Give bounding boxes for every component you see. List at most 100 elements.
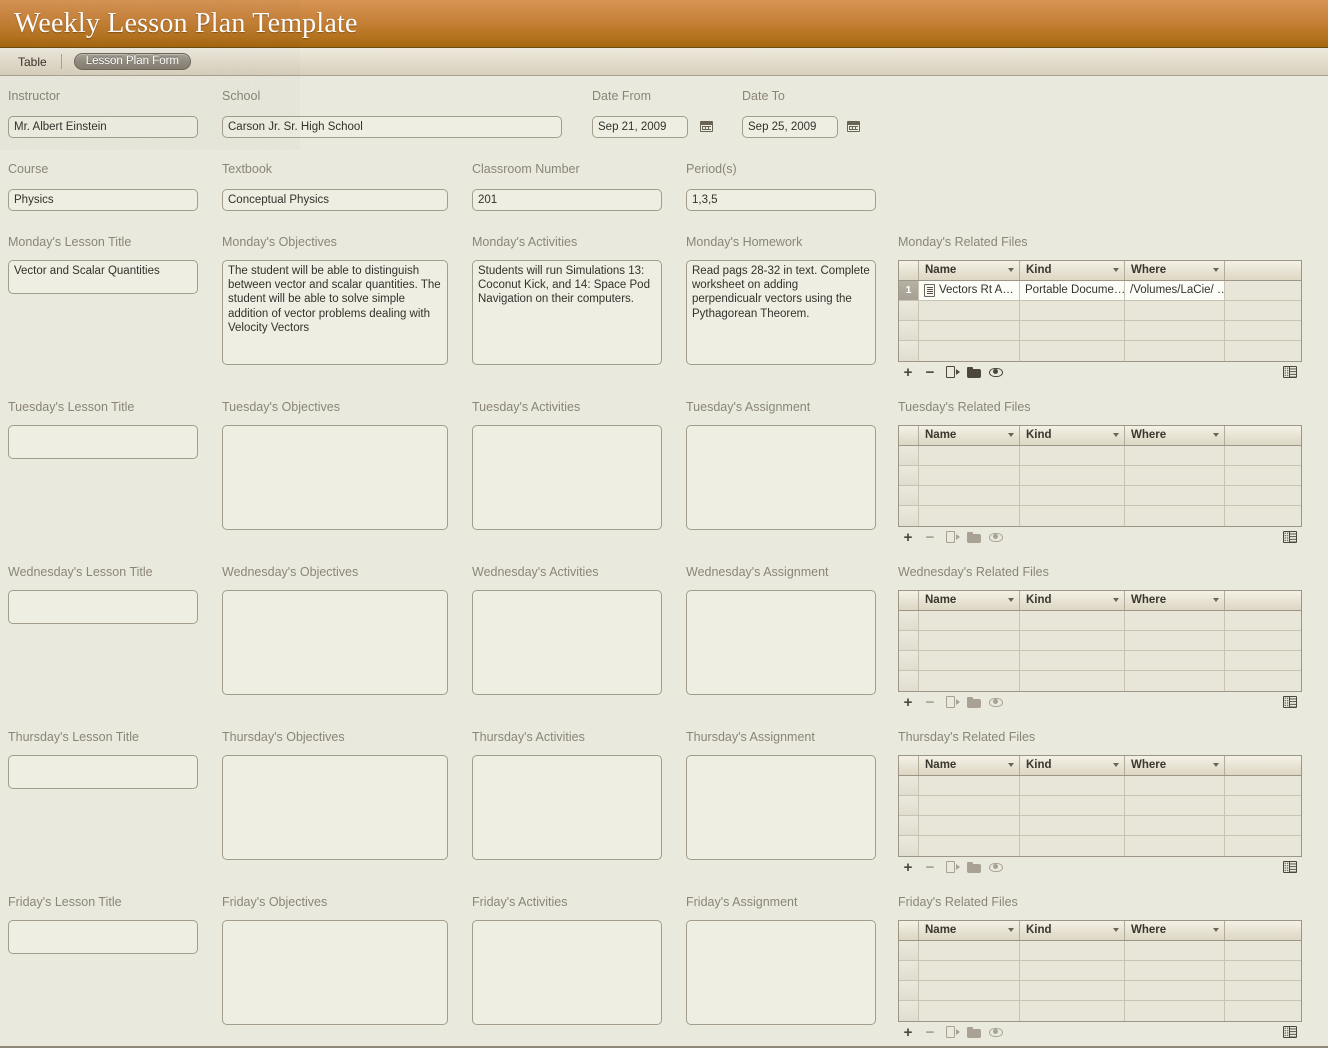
wednesday-objectives-input[interactable]	[222, 590, 448, 695]
tuesday-assignment-input[interactable]	[686, 425, 876, 530]
export-icon[interactable]	[942, 363, 962, 381]
view-toggle-icon[interactable]	[1280, 528, 1300, 546]
cell-where[interactable]	[1125, 961, 1225, 980]
chevron-down-icon[interactable]	[1113, 598, 1119, 602]
thursday-objectives-input[interactable]	[222, 755, 448, 860]
column-header-where[interactable]: Where	[1125, 426, 1225, 445]
cell-where[interactable]	[1125, 321, 1225, 340]
thursday-lesson-title-input[interactable]	[8, 755, 198, 789]
table-row[interactable]	[899, 321, 1301, 341]
view-toggle-icon[interactable]	[1280, 1023, 1300, 1041]
cell-where[interactable]	[1125, 506, 1225, 526]
preview-eye-icon[interactable]	[986, 693, 1006, 711]
table-row[interactable]	[899, 466, 1301, 486]
course-input[interactable]: Physics	[8, 189, 198, 211]
cell-kind[interactable]	[1020, 981, 1125, 1000]
cell-where[interactable]	[1125, 466, 1225, 485]
column-header-where[interactable]: Where	[1125, 921, 1225, 940]
column-header-kind[interactable]: Kind	[1020, 261, 1125, 280]
cell-kind[interactable]	[1020, 631, 1125, 650]
calendar-icon[interactable]	[700, 121, 713, 132]
cell-where[interactable]: /Volumes/LaCie/ …	[1125, 281, 1225, 300]
column-header-name[interactable]: Name	[919, 756, 1020, 775]
cell-name[interactable]	[919, 466, 1020, 485]
monday-related-files-table[interactable]: Name Kind Where 1 Vectors Rt A… Portable Docu…	[898, 260, 1302, 362]
cell-where[interactable]	[1125, 981, 1225, 1000]
table-row[interactable]	[899, 671, 1301, 691]
chevron-down-icon[interactable]	[1008, 763, 1014, 767]
cell-kind[interactable]	[1020, 1001, 1125, 1021]
export-icon[interactable]	[942, 528, 962, 546]
cell-name[interactable]	[919, 776, 1020, 795]
column-header-name[interactable]: Name	[919, 921, 1020, 940]
cell-name[interactable]	[919, 611, 1020, 630]
chevron-down-icon[interactable]	[1113, 763, 1119, 767]
tuesday-related-files-table[interactable]: Name Kind Where	[898, 425, 1302, 527]
cell-name[interactable]	[919, 301, 1020, 320]
column-header-kind[interactable]: Kind	[1020, 756, 1125, 775]
cell-name[interactable]	[919, 1001, 1020, 1021]
thursday-assignment-input[interactable]	[686, 755, 876, 860]
view-toggle-icon[interactable]	[1280, 363, 1300, 381]
remove-icon[interactable]	[920, 693, 940, 711]
monday-assignment-input[interactable]: Read pags 28-32 in text. Complete worksh…	[686, 260, 876, 365]
cell-name[interactable]	[919, 941, 1020, 960]
add-icon[interactable]	[898, 528, 918, 546]
cell-where[interactable]	[1125, 301, 1225, 320]
remove-icon[interactable]	[920, 528, 940, 546]
date-to-input[interactable]: Sep 25, 2009	[742, 116, 838, 138]
cell-kind[interactable]	[1020, 776, 1125, 795]
cell-where[interactable]	[1125, 1001, 1225, 1021]
cell-kind[interactable]	[1020, 796, 1125, 815]
cell-name[interactable]	[919, 816, 1020, 835]
chevron-down-icon[interactable]	[1008, 433, 1014, 437]
friday-activities-input[interactable]	[472, 920, 662, 1025]
column-header-name[interactable]: Name	[919, 261, 1020, 280]
cell-name[interactable]	[919, 981, 1020, 1000]
table-row[interactable]	[899, 961, 1301, 981]
preview-eye-icon[interactable]	[986, 858, 1006, 876]
cell-kind[interactable]	[1020, 506, 1125, 526]
chevron-down-icon[interactable]	[1213, 598, 1219, 602]
table-row[interactable]	[899, 651, 1301, 671]
add-icon[interactable]	[898, 363, 918, 381]
add-icon[interactable]	[898, 1023, 918, 1041]
open-folder-icon[interactable]	[964, 363, 984, 381]
cell-name[interactable]	[919, 796, 1020, 815]
cell-name[interactable]	[919, 321, 1020, 340]
cell-where[interactable]	[1125, 671, 1225, 691]
chevron-down-icon[interactable]	[1213, 763, 1219, 767]
cell-kind[interactable]	[1020, 836, 1125, 856]
thursday-activities-input[interactable]	[472, 755, 662, 860]
date-from-input[interactable]: Sep 21, 2009	[592, 116, 688, 138]
cell-kind[interactable]	[1020, 941, 1125, 960]
open-folder-icon[interactable]	[964, 693, 984, 711]
cell-where[interactable]	[1125, 941, 1225, 960]
table-row[interactable]: 1 Vectors Rt A… Portable Docume…/Volumes/L…	[899, 281, 1301, 301]
tuesday-lesson-title-input[interactable]	[8, 425, 198, 459]
view-toggle-icon[interactable]	[1280, 693, 1300, 711]
chevron-down-icon[interactable]	[1113, 433, 1119, 437]
table-row[interactable]	[899, 776, 1301, 796]
column-header-name[interactable]: Name	[919, 426, 1020, 445]
preview-eye-icon[interactable]	[986, 528, 1006, 546]
chevron-down-icon[interactable]	[1213, 268, 1219, 272]
cell-where[interactable]	[1125, 776, 1225, 795]
thursday-related-files-table[interactable]: Name Kind Where	[898, 755, 1302, 857]
cell-kind[interactable]	[1020, 611, 1125, 630]
cell-kind[interactable]	[1020, 961, 1125, 980]
cell-name[interactable]	[919, 961, 1020, 980]
cell-name[interactable]	[919, 486, 1020, 505]
remove-icon[interactable]	[920, 363, 940, 381]
monday-activities-input[interactable]: Students will run Simulations 13: Coconu…	[472, 260, 662, 365]
open-folder-icon[interactable]	[964, 858, 984, 876]
cell-kind[interactable]	[1020, 341, 1125, 361]
cell-name[interactable]: Vectors Rt A…	[919, 281, 1020, 300]
column-header-name[interactable]: Name	[919, 591, 1020, 610]
tab-lesson-plan-form[interactable]: Lesson Plan Form	[73, 53, 192, 70]
cell-name[interactable]	[919, 506, 1020, 526]
cell-kind[interactable]	[1020, 486, 1125, 505]
monday-lesson-title-input[interactable]: Vector and Scalar Quantities	[8, 260, 198, 294]
instructor-input[interactable]: Mr. Albert Einstein	[8, 116, 198, 138]
cell-where[interactable]	[1125, 446, 1225, 465]
